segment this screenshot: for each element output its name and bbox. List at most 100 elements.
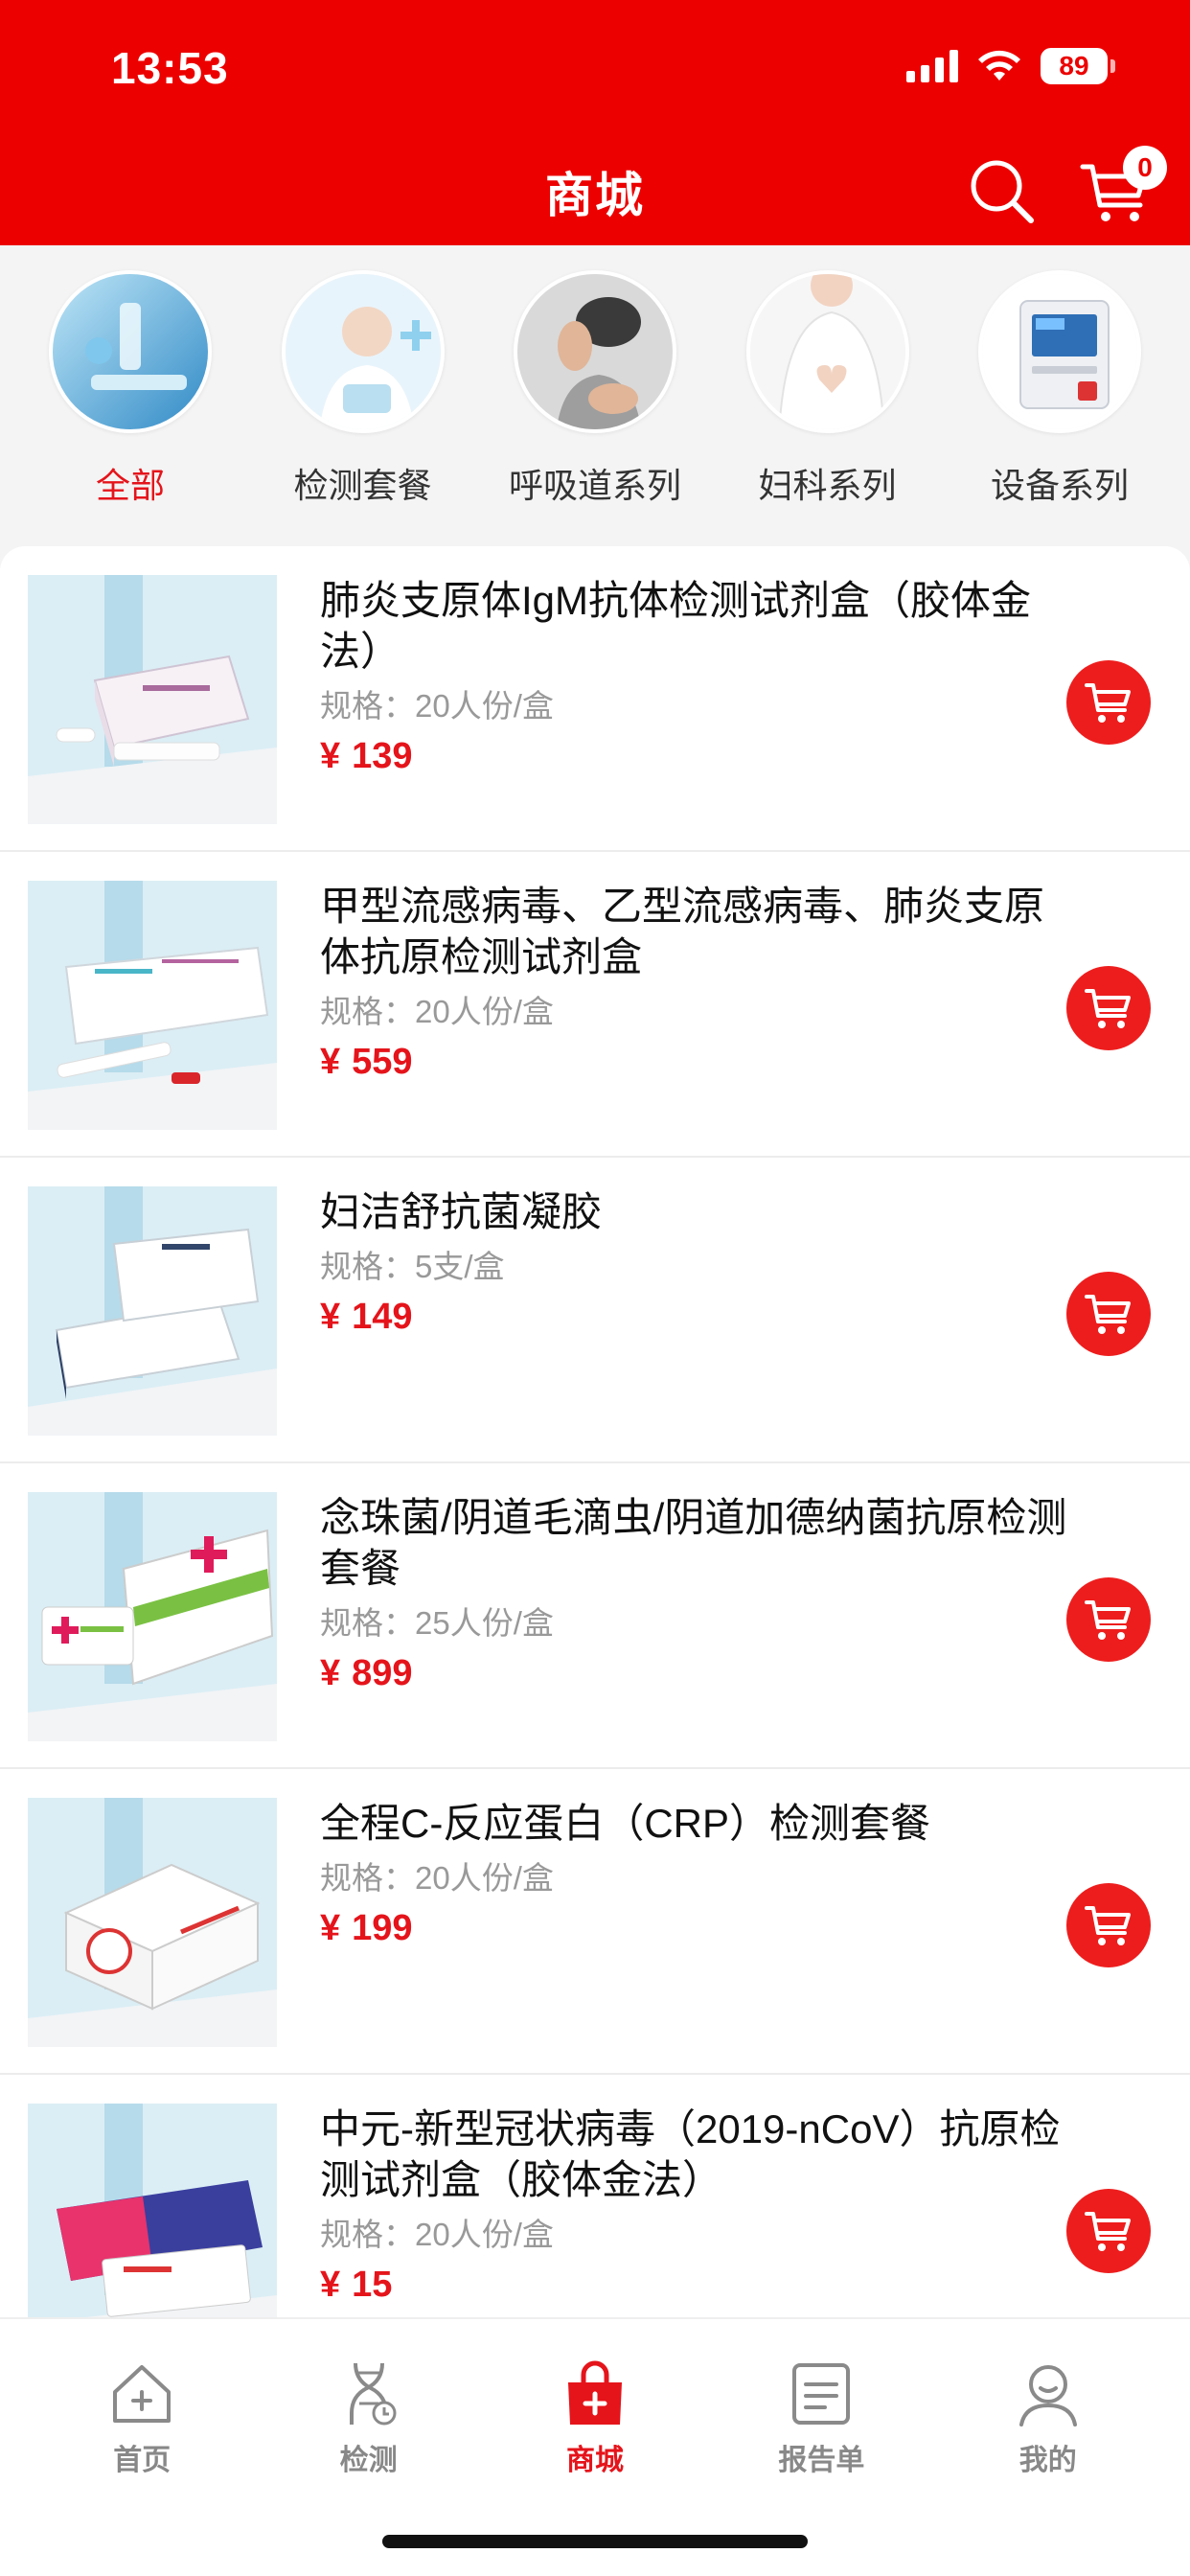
product-info: 念珠菌/阴道毛滴虫/阴道加德纳菌抗原检测套餐 规格：25人份/盒 ¥899 [320,1492,1067,1694]
product-info: 全程C-反应蛋白（CRP）检测套餐 规格：20人份/盒 ¥199 [320,1798,1067,1949]
product-name: 中元-新型冠状病毒（2019-nCoV）抗原检测试剂盒（胶体金法） [320,2106,1061,2202]
category-label: 妇科系列 [758,466,897,505]
product-name: 妇洁舒抗菌凝胶 [320,1189,603,1234]
product-price: ¥559 [320,1042,1067,1083]
cart-icon [1085,1600,1131,1640]
product-list: 肺炎支原体IgM抗体检测试剂盒（胶体金法） 规格：20人份/盒 ¥139 甲型流… [0,546,1190,2317]
category-label: 全部 [95,466,165,505]
product-card[interactable]: 念珠菌/阴道毛滴虫/阴道加德纳菌抗原检测套餐 规格：25人份/盒 ¥899 [0,1463,1190,1769]
cart-count-badge: 0 [1123,146,1167,190]
price-value: 899 [352,1653,413,1693]
product-info: 肺炎支原体IgM抗体检测试剂盒（胶体金法） 规格：20人份/盒 ¥139 [320,575,1067,777]
product-price: ¥139 [320,736,1067,777]
currency-symbol: ¥ [320,1042,341,1082]
product-price: ¥15 [320,2265,1067,2306]
add-to-cart-button[interactable] [1066,1883,1151,1967]
price-value: 149 [352,1297,413,1337]
product-info: 中元-新型冠状病毒（2019-nCoV）抗原检测试剂盒（胶体金法） 规格：20人… [320,2104,1067,2306]
price-value: 139 [352,736,413,776]
product-info: 妇洁舒抗菌凝胶 规格：5支/盒 ¥149 [320,1186,1067,1338]
product-price: ¥149 [320,1297,1067,1338]
product-price: ¥899 [320,1653,1067,1694]
report-icon [792,2363,851,2425]
product-spec: 规格：25人份/盒 [320,1605,554,1641]
home-indicator [382,2535,808,2548]
product-spec: 规格：20人份/盒 [320,688,554,724]
category-equipment[interactable]: 设备系列 [964,270,1156,544]
profile-icon [1018,2365,1077,2426]
cart-icon [1085,989,1131,1028]
currency-symbol: ¥ [320,1908,341,1948]
battery-icon: 89 [1041,48,1115,84]
category-respiratory[interactable]: 呼吸道系列 [499,270,691,544]
category-equipment-image [978,270,1141,433]
category-label: 设备系列 [990,466,1129,505]
product-name: 甲型流感病毒、乙型流感病毒、肺炎支原体抗原检测试剂盒 [320,884,1045,979]
price-value: 559 [352,1042,413,1082]
product-image [28,2104,277,2317]
currency-symbol: ¥ [320,2265,341,2305]
tab-test[interactable]: 检测 [283,2359,455,2478]
tab-label: 商城 [565,2445,624,2476]
add-to-cart-button[interactable] [1066,660,1151,745]
product-image [28,575,277,824]
category-all[interactable]: 全部 [34,270,226,544]
product-image [28,1492,277,1741]
add-to-cart-button[interactable] [1066,966,1151,1050]
category-test-packages[interactable]: 检测套餐 [267,270,459,544]
product-card[interactable]: 全程C-反应蛋白（CRP）检测套餐 规格：20人份/盒 ¥199 [0,1769,1190,2075]
category-label: 检测套餐 [293,466,432,505]
cellular-signal-icon [906,50,958,82]
category-gynecology[interactable]: 妇科系列 [732,270,924,544]
status-time: 13:53 [111,43,229,93]
tab-label: 报告单 [778,2445,865,2476]
currency-symbol: ¥ [320,1653,341,1693]
category-all-image [49,270,212,433]
app-header: 13:53 89 商城 0 [0,0,1190,245]
cart-icon [1085,1906,1131,1945]
tab-mall[interactable]: 商城 [509,2359,681,2478]
category-test-packages-image [281,270,445,433]
home-icon [113,2365,172,2423]
category-label: 呼吸道系列 [508,466,681,505]
product-spec: 规格：20人份/盒 [320,994,554,1029]
category-bar: 全部 检测套餐 呼吸道系列 妇科系列 设备系列 [0,245,1190,544]
tab-label: 首页 [113,2445,172,2476]
product-image [28,1798,277,2047]
price-value: 199 [352,1908,413,1948]
product-card[interactable]: 甲型流感病毒、乙型流感病毒、肺炎支原体抗原检测试剂盒 规格：20人份/盒 ¥55… [0,852,1190,1158]
product-name: 全程C-反应蛋白（CRP）检测套餐 [320,1801,930,1846]
wifi-icon [978,50,1020,80]
cart-icon [1085,2212,1131,2251]
add-to-cart-button[interactable] [1066,1577,1151,1662]
category-respiratory-image [514,270,676,433]
currency-symbol: ¥ [320,736,341,776]
cart-icon [1085,683,1131,723]
product-info: 甲型流感病毒、乙型流感病毒、肺炎支原体抗原检测试剂盒 规格：20人份/盒 ¥55… [320,881,1067,1083]
tab-profile[interactable]: 我的 [962,2359,1134,2478]
product-image [28,1186,277,1436]
currency-symbol: ¥ [320,1297,341,1337]
shopping-bag-icon [567,2360,622,2425]
product-spec: 规格：20人份/盒 [320,2217,554,2252]
product-price: ¥199 [320,1908,1067,1949]
price-value: 15 [352,2265,393,2305]
product-spec: 规格：5支/盒 [320,1249,505,1284]
product-card[interactable]: 肺炎支原体IgM抗体检测试剂盒（胶体金法） 规格：20人份/盒 ¥139 [0,546,1190,852]
tab-reports[interactable]: 报告单 [735,2359,907,2478]
product-name: 肺炎支原体IgM抗体检测试剂盒（胶体金法） [320,578,1032,674]
cart-icon [1085,1295,1131,1334]
product-card[interactable]: 中元-新型冠状病毒（2019-nCoV）抗原检测试剂盒（胶体金法） 规格：20人… [0,2075,1190,2317]
add-to-cart-button[interactable] [1066,1272,1151,1356]
tab-label: 检测 [339,2445,398,2476]
battery-level: 89 [1041,48,1108,84]
tab-home[interactable]: 首页 [56,2359,228,2478]
add-to-cart-button[interactable] [1066,2189,1151,2273]
status-indicators: 89 [906,48,1115,84]
product-card[interactable]: 妇洁舒抗菌凝胶 规格：5支/盒 ¥149 [0,1158,1190,1463]
product-spec: 规格：20人份/盒 [320,1860,554,1896]
tab-label: 我的 [1018,2445,1077,2476]
product-image [28,881,277,1130]
search-icon[interactable] [964,153,1041,230]
dna-icon [349,2362,397,2426]
